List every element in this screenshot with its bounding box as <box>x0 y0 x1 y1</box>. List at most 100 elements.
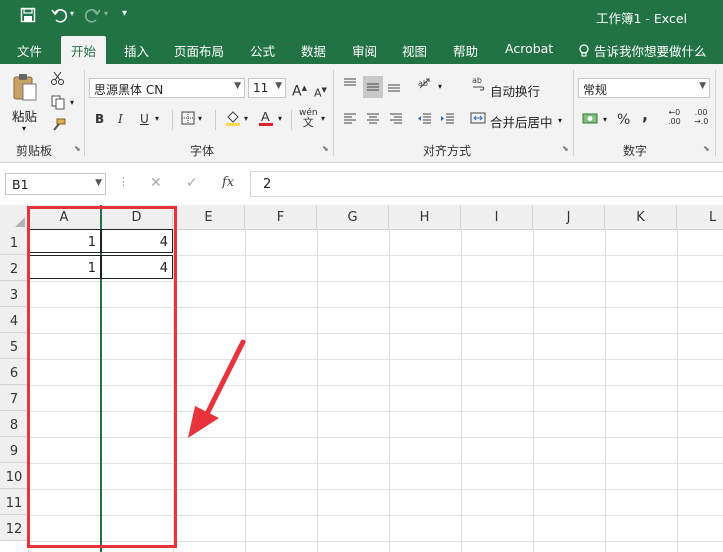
bold-button[interactable]: B <box>95 110 104 128</box>
divider <box>172 110 173 130</box>
customize-quick-access-icon[interactable]: ▾ <box>122 8 127 19</box>
divider <box>291 110 292 130</box>
increase-decimal-icon[interactable]: ←0.00 <box>668 108 681 126</box>
fill-color-dropdown-icon[interactable]: ▾ <box>244 114 248 123</box>
increase-font-size-button[interactable]: A▲ <box>292 79 307 101</box>
row-header-10[interactable]: 10 <box>0 463 28 489</box>
column-header-e[interactable]: E <box>173 205 245 229</box>
decrease-font-size-button[interactable]: A▼ <box>314 81 327 103</box>
row-header-12[interactable]: 12 <box>0 515 28 541</box>
accounting-dropdown-icon[interactable]: ▾ <box>603 115 607 124</box>
merge-dropdown-icon[interactable]: ▾ <box>558 116 562 125</box>
tab-help[interactable]: 帮助 <box>453 41 478 60</box>
phonetic-dropdown-icon[interactable]: ▾ <box>321 114 325 123</box>
fill-color-icon[interactable] <box>225 109 241 132</box>
tell-me-search[interactable]: 告诉我你想要做什么 <box>578 41 707 60</box>
tab-file[interactable]: 文件 <box>17 41 42 60</box>
copy-dropdown-icon[interactable]: ▾ <box>70 98 74 107</box>
alignment-launcher-icon[interactable]: ⬊ <box>562 144 569 153</box>
tab-data[interactable]: 数据 <box>301 41 326 60</box>
borders-dropdown-icon[interactable]: ▾ <box>198 114 202 123</box>
wrap-text-button[interactable]: 自动换行 <box>490 81 540 100</box>
insert-function-button[interactable]: fx <box>222 175 234 190</box>
phonetic-guide-button[interactable]: wén 文 <box>299 108 318 129</box>
tab-view[interactable]: 视图 <box>402 41 427 60</box>
font-launcher-icon[interactable]: ⬊ <box>322 144 329 153</box>
borders-icon[interactable] <box>181 111 195 130</box>
column-header-f[interactable]: F <box>245 205 317 229</box>
row-header-5[interactable]: 5 <box>0 333 28 359</box>
number-format-value: 常规 <box>583 83 608 97</box>
paste-dropdown-icon[interactable]: ▾ <box>22 124 26 133</box>
percent-style-button[interactable]: % <box>617 111 630 129</box>
align-center-icon[interactable] <box>365 110 381 131</box>
comma-style-button[interactable]: , <box>642 106 648 124</box>
cancel-icon: ✕ <box>150 175 162 191</box>
underline-button[interactable]: U <box>140 110 149 128</box>
grid-line <box>677 229 678 552</box>
formula-input[interactable]: 2 <box>250 171 723 197</box>
paste-label[interactable]: 粘贴 <box>12 106 37 125</box>
lightbulb-icon <box>578 44 594 59</box>
row-header-1[interactable]: 1 <box>0 229 28 255</box>
row-header-7[interactable]: 7 <box>0 385 28 411</box>
font-size-value: 11 <box>253 81 269 95</box>
undo-icon[interactable] <box>50 6 68 28</box>
merge-center-button[interactable]: 合并后居中 <box>490 112 553 131</box>
paste-button[interactable] <box>11 72 39 107</box>
align-middle-icon[interactable] <box>363 76 383 98</box>
tab-page-layout[interactable]: 页面布局 <box>174 41 224 60</box>
row-header-9[interactable]: 9 <box>0 437 28 463</box>
column-header-g[interactable]: G <box>317 205 389 229</box>
svg-text:ab: ab <box>472 76 482 85</box>
row-header-11[interactable]: 11 <box>0 489 28 515</box>
align-right-icon[interactable] <box>388 110 404 131</box>
wrap-text-icon[interactable]: ab <box>472 76 486 97</box>
font-color-dropdown-icon[interactable]: ▾ <box>278 114 282 123</box>
column-header-l[interactable]: L <box>677 205 723 229</box>
row-header-3[interactable]: 3 <box>0 281 28 307</box>
tab-formulas[interactable]: 公式 <box>250 41 275 60</box>
font-size-select[interactable]: 11 ▼ <box>248 78 286 98</box>
italic-button[interactable]: I <box>118 110 123 128</box>
column-header-i[interactable]: I <box>461 205 533 229</box>
increase-indent-icon[interactable] <box>440 110 456 131</box>
save-icon[interactable] <box>20 7 36 27</box>
svg-text:A: A <box>261 109 270 124</box>
decrease-indent-icon[interactable] <box>417 110 433 131</box>
row-header-6[interactable]: 6 <box>0 359 28 385</box>
name-box[interactable]: B1 ▼ <box>5 173 106 195</box>
copy-icon[interactable] <box>50 94 66 115</box>
orientation-dropdown-icon[interactable]: ▾ <box>438 82 442 91</box>
column-header-k[interactable]: K <box>605 205 677 229</box>
row-header-4[interactable]: 4 <box>0 307 28 333</box>
orientation-icon[interactable]: ab <box>417 76 435 97</box>
accounting-format-icon[interactable] <box>582 110 600 131</box>
font-color-icon[interactable]: A <box>258 109 274 132</box>
align-bottom-icon[interactable] <box>386 78 402 99</box>
align-top-icon[interactable] <box>342 76 358 97</box>
cut-icon[interactable] <box>50 70 66 91</box>
select-all-button[interactable] <box>0 205 28 229</box>
formula-bar-grip-icon[interactable]: ⋮ <box>118 175 129 188</box>
grid-line <box>533 229 534 552</box>
tab-home[interactable]: 开始 <box>61 36 107 64</box>
tab-acrobat[interactable]: Acrobat <box>505 41 553 56</box>
underline-dropdown-icon[interactable]: ▾ <box>155 114 159 123</box>
row-header-8[interactable]: 8 <box>0 411 28 437</box>
row-header-2[interactable]: 2 <box>0 255 28 281</box>
column-header-j[interactable]: J <box>533 205 605 229</box>
clipboard-launcher-icon[interactable]: ⬊ <box>74 144 81 153</box>
tab-insert[interactable]: 插入 <box>124 41 149 60</box>
column-header-h[interactable]: H <box>389 205 461 229</box>
font-family-select[interactable]: 思源黑体 CN ▼ <box>89 78 245 98</box>
decrease-decimal-icon[interactable]: .00 →.0 <box>694 108 708 126</box>
undo-dropdown-icon[interactable]: ▾ <box>70 9 74 18</box>
format-painter-icon[interactable] <box>50 118 66 139</box>
tab-review[interactable]: 审阅 <box>352 41 377 60</box>
merge-center-icon[interactable] <box>470 110 486 131</box>
number-format-select[interactable]: 常规 ▼ <box>578 78 710 98</box>
number-launcher-icon[interactable]: ⬊ <box>703 144 710 153</box>
grid-line <box>605 229 606 552</box>
align-left-icon[interactable] <box>342 110 358 131</box>
